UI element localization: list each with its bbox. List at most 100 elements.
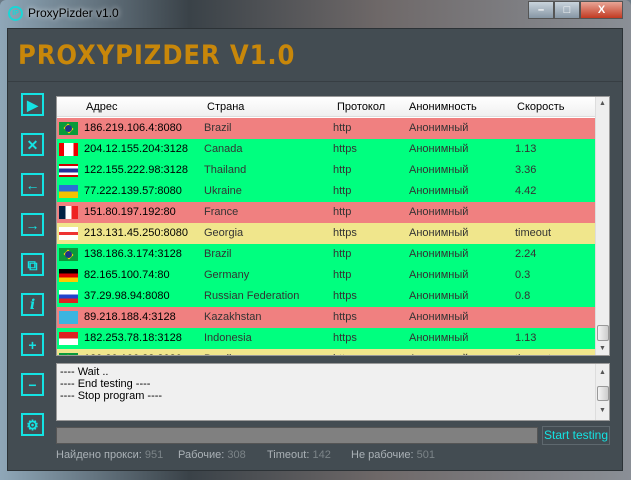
stat-value: 308: [227, 449, 246, 461]
cell-protocol: https: [333, 332, 357, 344]
cell-country: Kazakhstan: [204, 311, 262, 323]
log-line: ---- Wait ..: [60, 366, 109, 378]
minus-button[interactable]: −: [21, 373, 44, 396]
cell-country: Brazil: [204, 248, 232, 260]
cell-speed: 0.3: [515, 269, 531, 281]
stat-found: Найдено прокси: 951: [56, 449, 163, 461]
header-divider: [8, 81, 622, 82]
play-icon: ▶: [27, 96, 38, 113]
cell-address: 189.80.106.83:8080: [84, 353, 182, 355]
thailand-flag-icon: [59, 164, 78, 177]
column-header-protocol[interactable]: Протокол: [337, 101, 385, 113]
arrow-right-button[interactable]: →: [21, 213, 44, 236]
table-row[interactable]: 89.218.188.4:3128 Kazakhstan https Анонимны…: [57, 307, 596, 328]
cell-protocol: http: [333, 164, 352, 176]
cell-protocol: https: [333, 311, 357, 323]
close-window-button[interactable]: X: [580, 1, 623, 19]
copy-button[interactable]: ⧉: [21, 253, 44, 276]
table-row[interactable]: 37.29.98.94:8080 Russian Federation https А…: [57, 286, 596, 307]
column-header-address[interactable]: Адрес: [86, 101, 118, 113]
table-row[interactable]: 151.80.197.192:80 France http Анонимный: [57, 202, 596, 223]
info-button[interactable]: i: [21, 293, 44, 316]
column-header-anonymity[interactable]: Анонимность: [409, 101, 477, 113]
table-row[interactable]: 186.219.106.4:8080 Brazil http Анонимный: [57, 118, 596, 139]
minimize-button[interactable]: –: [528, 1, 554, 19]
table-row[interactable]: 82.165.100.74:80 Germany http Анонимный 0.3: [57, 265, 596, 286]
cell-address: 213.131.45.250:8080: [84, 227, 188, 239]
cell-speed: 2.24: [515, 248, 537, 260]
brazil-flag-icon: [59, 353, 78, 355]
cell-country: Canada: [204, 143, 243, 155]
close-button[interactable]: ✕: [21, 133, 44, 156]
cell-protocol: https: [333, 143, 357, 155]
cell-anonymity: Анонимный: [409, 353, 468, 355]
app-window: IP ProxyPizder v1.0 – □ X PROXYPIZDER V1…: [0, 0, 631, 480]
log-output[interactable]: ---- Wait .. ---- End testing ---- ---- …: [56, 363, 610, 421]
log-scrollbar[interactable]: ▲ ▼: [595, 364, 609, 420]
scroll-up-icon[interactable]: ▲: [599, 100, 606, 107]
arrow-left-icon: ←: [25, 176, 40, 193]
canada-flag-icon: [59, 143, 78, 156]
scroll-thumb[interactable]: [597, 325, 609, 341]
cell-protocol: http: [333, 248, 352, 260]
cell-address: 182.253.78.18:3128: [84, 332, 182, 344]
cell-address: 82.165.100.74:80: [84, 269, 170, 281]
stat-label: Рабочие:: [178, 449, 225, 461]
table-row[interactable]: 213.131.45.250:8080 Georgia https Анонимный…: [57, 223, 596, 244]
table-row[interactable]: 77.222.139.57:8080 Ukraine http Анонимный 4.…: [57, 181, 596, 202]
cell-speed: 0.8: [515, 290, 531, 302]
cell-anonymity: Анонимный: [409, 206, 469, 218]
main-panel: PROXYPIZDER V1.0 ▶ ✕ ← → ⧉ i + − ⚙ Адрес Страна …: [7, 28, 623, 471]
stat-label: Timeout:: [267, 449, 310, 461]
table-scrollbar[interactable]: ▲ ▼: [595, 97, 609, 355]
plus-icon: +: [28, 336, 37, 353]
maximize-button[interactable]: □: [554, 1, 580, 19]
cell-country: Brazil: [204, 353, 232, 355]
stat-dead: Не рабочие: 501: [351, 449, 435, 461]
column-header-speed[interactable]: Скорость: [517, 101, 565, 113]
scroll-down-icon[interactable]: ▼: [599, 405, 606, 417]
cell-anonymity: Анонимный: [409, 185, 469, 197]
cell-anonymity: Анонимный: [409, 269, 469, 281]
cell-address: 77.222.139.57:8080: [84, 185, 182, 197]
table-row[interactable]: 182.253.78.18:3128 Indonesia https Анонимны…: [57, 328, 596, 349]
russia-flag-icon: [59, 290, 78, 303]
cell-country: Indonesia: [204, 332, 252, 344]
window-title: ProxyPizder v1.0: [28, 6, 119, 20]
table-row[interactable]: 122.155.222.98:3128 Thailand http Анонимный…: [57, 160, 596, 181]
play-button[interactable]: ▶: [21, 93, 44, 116]
gear-button[interactable]: ⚙: [21, 413, 44, 436]
cell-anonymity: Анонимный: [409, 290, 469, 302]
cell-protocol: https: [333, 290, 357, 302]
arrow-left-button[interactable]: ←: [21, 173, 44, 196]
cell-anonymity: Анонимный: [409, 248, 469, 260]
table-row[interactable]: 138.186.3.174:3128 Brazil http Анонимный 2.2…: [57, 244, 596, 265]
stat-working: Рабочие: 308: [178, 449, 246, 461]
table-row[interactable]: 204.12.155.204:3128 Canada https Анонимный 1…: [57, 139, 596, 160]
scroll-thumb[interactable]: [597, 386, 609, 401]
cell-address: 122.155.222.98:3128: [84, 164, 188, 176]
cell-protocol: http: [333, 122, 352, 134]
cell-address: 138.186.3.174:3128: [84, 248, 182, 260]
cell-protocol: http: [333, 206, 352, 218]
arrow-right-icon: →: [25, 216, 40, 233]
stat-value: 951: [144, 449, 164, 461]
plus-button[interactable]: +: [21, 333, 44, 356]
cell-address: 151.80.197.192:80: [84, 206, 176, 218]
cell-protocol: https: [333, 227, 357, 239]
start-testing-button[interactable]: Start testing: [542, 426, 610, 445]
column-header-country[interactable]: Страна: [207, 101, 244, 113]
scroll-down-icon[interactable]: ▼: [599, 345, 606, 352]
minus-icon: −: [28, 376, 37, 393]
table-row[interactable]: 189.80.106.83:8080 Brazil http Анонимный tim…: [57, 349, 596, 355]
cell-anonymity: Анонимный: [409, 122, 469, 134]
cell-country: Russian Federation: [204, 290, 300, 302]
cell-protocol: http: [333, 353, 351, 355]
scroll-up-icon[interactable]: ▲: [599, 367, 606, 379]
cell-anonymity: Анонимный: [409, 311, 469, 323]
app-icon: IP: [8, 6, 23, 21]
stat-timeout: Timeout: 142: [267, 449, 331, 461]
georgia-flag-icon: [59, 227, 78, 240]
germany-flag-icon: [59, 269, 78, 282]
cell-address: 204.12.155.204:3128: [84, 143, 188, 155]
